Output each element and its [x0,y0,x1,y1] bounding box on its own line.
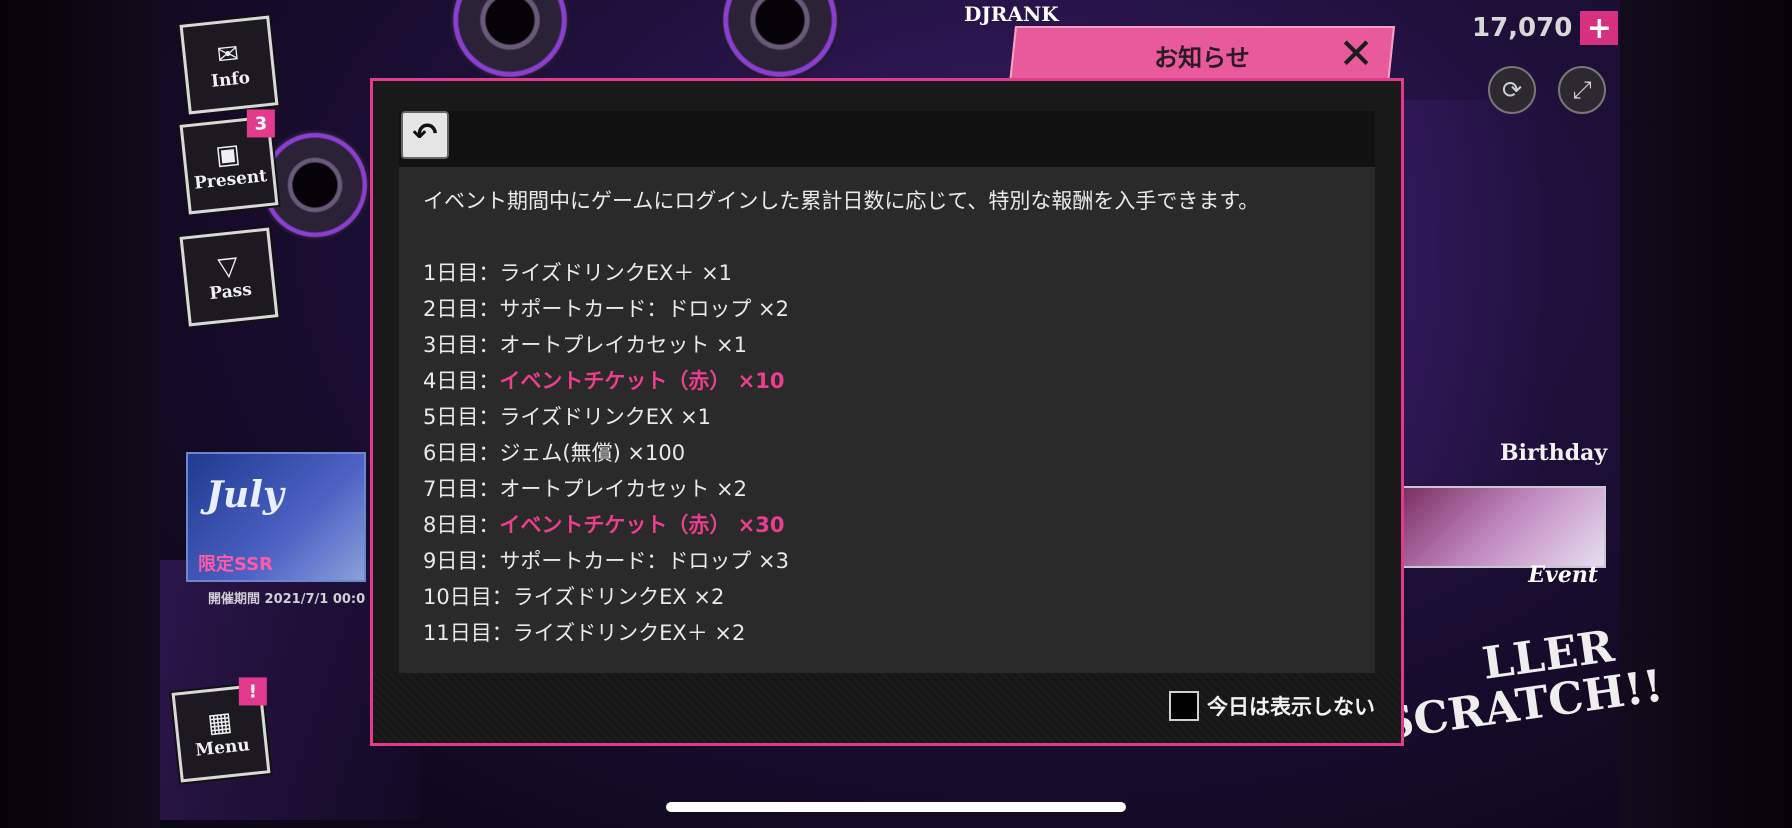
checkbox-box[interactable] [1169,691,1199,721]
reward-name: ジェム(無償) ×100 [499,441,686,465]
reward-day: 8日目： [423,513,500,537]
notice-dialog: ↶ イベント期間中にゲームにログインした累計日数に応じて、特別な報酬を入手できま… [370,78,1404,746]
reward-item: 10日目：ライズドリンクEX ×2 [423,579,789,615]
pass-button[interactable]: ▽ Pass [179,227,279,327]
event-label: Event [1528,562,1598,588]
reward-name: ライズドリンクEX＋ ×1 [499,261,733,285]
reward-name-highlight: イベントチケット（赤） ×10 [499,369,785,393]
info-label: Info [210,67,251,92]
gacha-banner[interactable]: July 限定SSR 開催期間 2021/7/1 00:0 [186,452,366,607]
home-indicator[interactable] [666,802,1126,812]
banner-subtitle: 限定SSR [198,554,273,575]
speaker-decoration [260,130,370,240]
reward-item: 8日目：イベントチケット（赤） ×30 [423,507,789,543]
speaker-decoration [720,0,840,80]
background-left [0,0,160,828]
reward-item: 6日目：ジェム(無償) ×100 [423,435,789,471]
info-button[interactable]: ✉ Info [179,15,279,115]
grid-menu-icon: ▦ [206,706,234,740]
reward-day: 10日目： [423,585,513,609]
birthday-label: Birthday [1500,440,1608,466]
reward-day: 11日目： [423,621,513,645]
reward-name: オートプレイカセット ×1 [499,333,748,357]
dialog-toolbar: ↶ [399,111,1375,167]
dialog-footer: 今日は表示しない [373,673,1401,743]
present-button[interactable]: ▣ Present 3 [179,109,279,215]
pass-label: Pass [208,279,253,305]
reward-name-highlight: イベントチケット（赤） ×30 [499,513,785,537]
dont-show-today-checkbox[interactable]: 今日は表示しない [1169,691,1375,721]
banner-month: July [206,474,284,516]
reward-day: 9日目： [423,549,500,573]
reward-day: 7日目： [423,477,500,501]
pass-icon: ▽ [216,251,240,284]
reward-list: 1日目：ライズドリンクEX＋ ×1 2日目：サポートカード：ドロップ ×2 3日… [423,255,789,651]
dont-show-today-label: 今日は表示しない [1207,695,1375,719]
back-arrow-icon[interactable]: ↶ [401,111,449,159]
reward-item: 9日目：サポートカード：ドロップ ×3 [423,543,789,579]
dialog-content: ↶ イベント期間中にゲームにログインした累計日数に応じて、特別な報酬を入手できま… [399,111,1375,673]
close-icon[interactable]: ✕ [1334,29,1378,78]
reward-name: ライズドリンクEX＋ ×2 [512,621,746,645]
reward-name: ライズドリンクEX ×2 [512,585,725,609]
speaker-decoration [450,0,570,80]
reward-item: 5日目：ライズドリンクEX ×1 [423,399,789,435]
plus-icon[interactable]: + [1580,11,1619,46]
reward-name: サポートカード：ドロップ ×3 [499,549,790,573]
present-count-badge: 3 [246,109,275,138]
reward-item: 11日目：ライズドリンクEX＋ ×2 [423,615,789,651]
reward-item: 7日目：オートプレイカセット ×2 [423,471,789,507]
gem-amount: 17,070 [1472,13,1573,43]
reward-day: 6日目： [423,441,500,465]
reward-item: 4日目：イベントチケット（赤） ×10 [423,363,789,399]
dj-rank-label: DJRANK [964,2,1059,26]
reward-name: サポートカード：ドロップ ×2 [499,297,790,321]
reward-day: 3日目： [423,333,500,357]
present-label: Present [193,166,268,194]
notice-body: イベント期間中にゲームにログインした累計日数に応じて、特別な報酬を入手できます。… [399,167,1375,673]
expand-icon[interactable]: ⤢ [1558,66,1606,114]
reward-item: 2日目：サポートカード：ドロップ ×2 [423,291,789,327]
reward-day: 1日目： [423,261,500,285]
reward-item: 3日目：オートプレイカセット ×1 [423,327,789,363]
gift-box-icon: ▣ [214,138,242,172]
event-banner[interactable]: Event [1400,486,1606,588]
reward-day: 2日目： [423,297,500,321]
refresh-icon[interactable]: ⟳ [1488,66,1536,114]
birthday-button[interactable]: Birthday [1500,388,1608,466]
menu-alert-badge: ! [238,677,267,706]
reward-name: ライズドリンクEX ×1 [499,405,712,429]
reward-item: 1日目：ライズドリンクEX＋ ×1 [423,255,789,291]
mail-icon: ✉ [215,38,241,72]
menu-label: Menu [194,735,251,761]
gem-counter: 17,070 + [1472,8,1619,48]
reward-day: 5日目： [423,405,500,429]
dialog-title-tab: お知らせ ✕ [1008,26,1396,84]
notice-intro: イベント期間中にゲームにログインした累計日数に応じて、特別な報酬を入手できます。 [423,189,1260,213]
reward-day: 4日目： [423,369,500,393]
reward-name: オートプレイカセット ×2 [499,477,748,501]
menu-button[interactable]: ▦ Menu ! [171,677,271,783]
